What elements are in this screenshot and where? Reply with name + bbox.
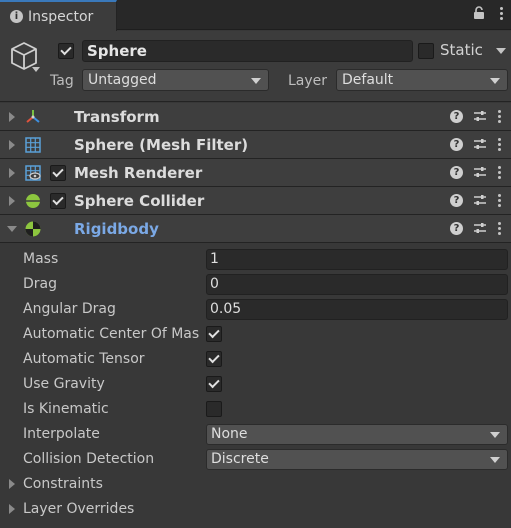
- component-menu-icon[interactable]: [497, 109, 501, 123]
- static-label: Static: [440, 41, 483, 59]
- component-sphere-collider[interactable]: Sphere Collider ?: [0, 187, 511, 215]
- is-kinematic-label: Is Kinematic: [23, 401, 109, 417]
- tab-inspector[interactable]: i Inspector: [0, 0, 117, 31]
- property-is-kinematic: Is Kinematic: [0, 397, 511, 422]
- foldout-arrow-icon[interactable]: [9, 504, 15, 514]
- is-kinematic-checkbox[interactable]: [206, 401, 222, 417]
- tab-actions: [473, 6, 503, 20]
- component-menu-icon[interactable]: [497, 137, 501, 151]
- help-icon[interactable]: ?: [450, 109, 463, 123]
- drag-label: Drag: [23, 276, 58, 292]
- mass-field[interactable]: 1: [206, 249, 508, 270]
- tab-bar: i Inspector: [0, 0, 511, 31]
- property-use-gravity: Use Gravity: [0, 372, 511, 397]
- collision-detection-value: Discrete: [211, 451, 269, 467]
- property-auto-tensor: Automatic Tensor: [0, 347, 511, 372]
- component-menu-icon[interactable]: [497, 165, 501, 179]
- component-mesh-renderer[interactable]: Mesh Renderer ?: [0, 159, 511, 187]
- component-title: Transform: [74, 108, 160, 126]
- foldout-arrow-icon[interactable]: [7, 226, 17, 232]
- property-mass: Mass 1: [0, 247, 511, 272]
- mesh-renderer-icon: [25, 165, 41, 181]
- component-transform[interactable]: Transform ?: [0, 103, 511, 131]
- interpolate-dropdown[interactable]: None: [206, 424, 508, 445]
- use-gravity-checkbox[interactable]: [206, 376, 222, 392]
- component-menu-icon[interactable]: [497, 193, 501, 207]
- sphere-collider-icon: [26, 194, 40, 208]
- chevron-down-icon: [490, 432, 500, 438]
- tab-menu-icon[interactable]: [499, 6, 503, 20]
- tab-inspector-label: Inspector: [28, 8, 94, 25]
- layer-label: Layer: [288, 73, 328, 89]
- component-title: Mesh Renderer: [74, 164, 203, 182]
- property-interpolate: Interpolate None: [0, 422, 511, 447]
- foldout-arrow-icon[interactable]: [9, 140, 15, 150]
- rigidbody-properties: Mass 1 Drag 0 Angular Drag 0.05 Automati…: [0, 244, 511, 528]
- angular-drag-field[interactable]: 0.05: [206, 299, 508, 320]
- foldout-arrow-icon[interactable]: [9, 479, 15, 489]
- help-icon[interactable]: ?: [450, 193, 463, 207]
- component-title: Rigidbody: [74, 220, 159, 238]
- tag-dropdown[interactable]: Untagged: [82, 69, 269, 91]
- foldout-layer-overrides[interactable]: Layer Overrides: [0, 497, 511, 522]
- auto-tensor-label: Automatic Tensor: [23, 351, 145, 367]
- component-menu-icon[interactable]: [497, 221, 501, 235]
- layer-value: Default: [342, 72, 394, 88]
- interpolate-label: Interpolate: [23, 426, 100, 442]
- drag-field[interactable]: 0: [206, 274, 508, 295]
- constraints-label: Constraints: [23, 476, 103, 492]
- layer-dropdown[interactable]: Default: [336, 69, 508, 91]
- static-checkbox[interactable]: [418, 43, 434, 59]
- foldout-constraints[interactable]: Constraints: [0, 472, 511, 497]
- component-rigidbody[interactable]: Rigidbody ?: [0, 215, 511, 243]
- component-title: Sphere Collider: [74, 192, 205, 210]
- help-icon[interactable]: ?: [450, 137, 463, 151]
- interpolate-value: None: [211, 426, 248, 442]
- help-icon[interactable]: ?: [450, 221, 463, 235]
- info-icon: i: [10, 10, 23, 23]
- mesh-filter-icon: [25, 137, 41, 153]
- sphere-collider-enabled-checkbox[interactable]: [50, 193, 66, 209]
- object-name-field[interactable]: Sphere: [82, 40, 413, 62]
- property-angular-drag: Angular Drag 0.05: [0, 297, 511, 322]
- property-collision-detection: Collision Detection Discrete: [0, 447, 511, 472]
- use-gravity-label: Use Gravity: [23, 376, 105, 392]
- mesh-renderer-enabled-checkbox[interactable]: [50, 165, 66, 181]
- foldout-arrow-icon[interactable]: [9, 168, 15, 178]
- transform-icon: [26, 110, 40, 123]
- preset-icon[interactable]: [473, 221, 487, 235]
- icon-dropdown-caret-icon[interactable]: [32, 67, 40, 72]
- object-header: Sphere Static Tag Untagged Layer Default: [0, 31, 511, 102]
- preset-icon[interactable]: [473, 165, 487, 179]
- mass-label: Mass: [23, 251, 59, 267]
- component-title: Sphere (Mesh Filter): [74, 136, 249, 154]
- tag-label: Tag: [50, 73, 74, 89]
- preset-icon[interactable]: [473, 109, 487, 123]
- static-dropdown-caret-icon[interactable]: [496, 48, 506, 54]
- collision-detection-dropdown[interactable]: Discrete: [206, 449, 508, 470]
- chevron-down-icon: [251, 78, 261, 84]
- layer-overrides-label: Layer Overrides: [23, 501, 135, 517]
- preset-icon[interactable]: [473, 137, 487, 151]
- chevron-down-icon: [490, 457, 500, 463]
- auto-tensor-checkbox[interactable]: [206, 351, 222, 367]
- help-icon[interactable]: ?: [450, 165, 463, 179]
- object-active-checkbox[interactable]: [58, 43, 74, 59]
- auto-center-label: Automatic Center Of Mas: [23, 326, 200, 342]
- property-auto-center-of-mass: Automatic Center Of Mas: [0, 322, 511, 347]
- chevron-down-icon: [490, 78, 500, 84]
- preset-icon[interactable]: [473, 193, 487, 207]
- property-drag: Drag 0: [0, 272, 511, 297]
- auto-center-checkbox[interactable]: [206, 326, 222, 342]
- tag-value: Untagged: [88, 72, 157, 88]
- rigidbody-icon: [25, 221, 41, 237]
- lock-icon[interactable]: [473, 6, 485, 20]
- angular-drag-label: Angular Drag: [23, 301, 116, 317]
- foldout-arrow-icon[interactable]: [9, 112, 15, 122]
- foldout-arrow-icon[interactable]: [9, 196, 15, 206]
- collision-detection-label: Collision Detection: [23, 451, 155, 467]
- component-mesh-filter[interactable]: Sphere (Mesh Filter) ?: [0, 131, 511, 159]
